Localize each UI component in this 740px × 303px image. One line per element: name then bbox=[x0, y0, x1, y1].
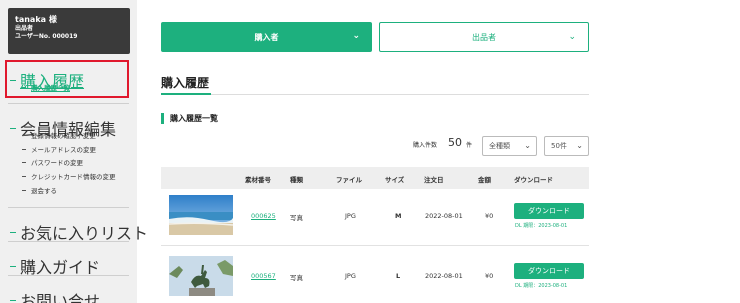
header-price: 金額 bbox=[478, 176, 491, 184]
file-cell: JPG bbox=[345, 212, 356, 220]
dash-icon bbox=[10, 265, 16, 267]
sidebar-item-label: クレジットカード情報の変更 bbox=[31, 173, 116, 181]
header-file: ファイル bbox=[336, 176, 362, 184]
sidebar-item-edit-registration[interactable]: 登録情報の確認 / 変更 bbox=[22, 130, 96, 140]
download-button[interactable]: ダウンロード bbox=[514, 263, 584, 279]
sidebar-item-label: お問い合せ bbox=[20, 292, 101, 303]
header-order-date: 注文日 bbox=[424, 176, 444, 184]
buyer-tab-button[interactable]: 購入者 ⌄ bbox=[161, 22, 372, 52]
size-cell: L bbox=[396, 272, 401, 280]
dash-icon bbox=[22, 189, 26, 191]
sidebar-item-label: 購入履歴一覧 bbox=[31, 84, 70, 92]
size-cell: M bbox=[395, 212, 402, 220]
header-kind: 種類 bbox=[290, 176, 303, 184]
dash-icon bbox=[10, 79, 16, 81]
file-cell: JPG bbox=[345, 272, 356, 280]
price-cell: ¥0 bbox=[485, 212, 494, 220]
section-bar bbox=[161, 113, 164, 124]
title-divider bbox=[161, 94, 589, 95]
dash-icon bbox=[22, 86, 26, 88]
sidebar-item-purchase-history-list[interactable]: 購入履歴一覧 bbox=[22, 82, 70, 92]
section-title-text: 購入履歴一覧 bbox=[170, 114, 218, 123]
seller-tab-button[interactable]: 出品者 ⌄ bbox=[379, 22, 589, 52]
title-underline bbox=[161, 93, 211, 95]
dash-icon bbox=[22, 134, 26, 136]
kind-cell: 写真 bbox=[290, 274, 303, 282]
divider bbox=[8, 241, 129, 242]
header-material-number: 素材番号 bbox=[245, 176, 271, 184]
dash-icon bbox=[10, 299, 16, 301]
download-limit: DL 期限：2023-08-01 bbox=[515, 223, 568, 229]
chevron-down-icon: ⌄ bbox=[576, 141, 583, 150]
chevron-down-icon: ⌄ bbox=[524, 141, 531, 150]
thumbnail-beach[interactable] bbox=[169, 195, 233, 235]
dash-icon bbox=[10, 127, 16, 129]
kind-cell: 写真 bbox=[290, 214, 303, 222]
page-title: 購入履歴 bbox=[161, 76, 210, 90]
divider bbox=[8, 103, 129, 104]
chevron-down-icon: ⌄ bbox=[568, 32, 576, 42]
material-number-link[interactable]: 000625 bbox=[251, 212, 276, 220]
type-filter-select[interactable]: 全種類 ⌄ bbox=[482, 136, 537, 156]
type-filter-value: 全種類 bbox=[489, 142, 510, 150]
sidebar-item-contact[interactable]: お問い合せ bbox=[10, 288, 100, 303]
order-date-cell: 2022-08-01 bbox=[425, 212, 463, 220]
divider bbox=[8, 207, 129, 208]
sidebar-item-label: メールアドレスの変更 bbox=[31, 146, 96, 154]
purchase-count-unit: 件 bbox=[466, 142, 473, 149]
buyer-tab-label: 購入者 bbox=[254, 32, 279, 42]
download-button[interactable]: ダウンロード bbox=[514, 203, 584, 219]
sidebar-item-withdraw[interactable]: 退会する bbox=[22, 185, 57, 195]
sidebar-item-label: 登録情報の確認 / 変更 bbox=[31, 132, 96, 140]
per-page-select[interactable]: 50件 ⌄ bbox=[544, 136, 589, 156]
beach-image bbox=[169, 195, 233, 235]
header-size: サイズ bbox=[385, 176, 405, 184]
sidebar-item-change-email[interactable]: メールアドレスの変更 bbox=[22, 144, 96, 154]
user-name: tanaka 様 bbox=[15, 15, 57, 24]
dash-icon bbox=[10, 231, 16, 233]
sidebar-item-change-credit-card[interactable]: クレジットカード情報の変更 bbox=[22, 171, 116, 181]
sidebar-item-label: 退会する bbox=[31, 187, 57, 195]
price-cell: ¥0 bbox=[485, 272, 494, 280]
user-number: ユーザーNo. 000019 bbox=[15, 33, 78, 40]
thumbnail-statue[interactable] bbox=[169, 256, 233, 296]
dash-icon bbox=[22, 161, 26, 163]
sidebar: tanaka 様 出品者 ユーザーNo. 000019 購入履歴 購入履歴一覧 … bbox=[0, 0, 148, 303]
divider bbox=[8, 275, 129, 276]
sidebar-item-label: パスワードの変更 bbox=[31, 159, 83, 167]
user-role: 出品者 bbox=[15, 25, 34, 32]
purchase-count-label: 購入件数 bbox=[413, 142, 438, 149]
download-limit: DL 期限：2023-08-01 bbox=[515, 283, 568, 289]
per-page-value: 50件 bbox=[551, 142, 567, 150]
section-title: 購入履歴一覧 bbox=[161, 113, 218, 124]
purchase-count-value: 50 bbox=[448, 136, 462, 149]
row-divider bbox=[161, 245, 589, 246]
sidebar-item-change-password[interactable]: パスワードの変更 bbox=[22, 157, 83, 167]
header-download: ダウンロード bbox=[514, 176, 553, 184]
chevron-down-icon: ⌄ bbox=[352, 31, 360, 41]
order-date-cell: 2022-08-01 bbox=[425, 272, 463, 280]
statue-image bbox=[169, 256, 233, 296]
seller-tab-label: 出品者 bbox=[472, 32, 496, 42]
dash-icon bbox=[22, 175, 26, 177]
user-info-box: tanaka 様 出品者 ユーザーNo. 000019 bbox=[8, 8, 130, 54]
dash-icon bbox=[22, 148, 26, 150]
material-number-link[interactable]: 000567 bbox=[251, 272, 276, 280]
